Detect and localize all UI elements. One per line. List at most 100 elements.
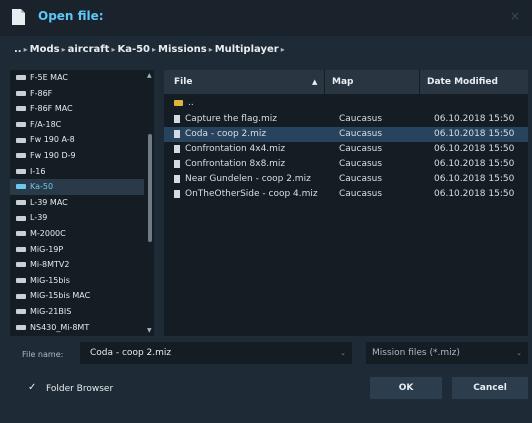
table-row[interactable]: Capture the flag.miz Caucasus 06.10.2018…	[164, 112, 528, 127]
ok-button[interactable]: OK	[370, 377, 442, 399]
folder-item[interactable]: L-39	[10, 210, 144, 226]
folder-item-icon	[16, 324, 26, 330]
folder-item[interactable]: Mi-8MTV2	[10, 257, 144, 273]
breadcrumb-separator: ▸	[23, 44, 28, 54]
breadcrumb-root[interactable]: ..	[14, 44, 22, 55]
folder-item[interactable]: I-16	[10, 164, 144, 180]
cell-date: 06.10.2018 15:50	[434, 114, 515, 124]
table-row[interactable]: Near Gundelen - coop 2.miz Caucasus 06.1…	[164, 172, 528, 187]
file-name-input[interactable]: Coda - coop 2.miz ⌄	[80, 342, 352, 364]
folder-item-icon	[16, 184, 26, 190]
folder-item[interactable]: F-5E MAC	[10, 70, 144, 86]
folder-item[interactable]: MiG-15bis	[10, 273, 144, 289]
folder-item[interactable]: MiG-21BIS	[10, 304, 144, 320]
chevron-down-icon[interactable]: ⌄	[516, 342, 522, 364]
cell-date: 06.10.2018 15:50	[434, 144, 515, 154]
folder-item[interactable]: L-39 MAC	[10, 195, 144, 211]
cell-map: Caucasus	[339, 189, 383, 199]
folder-item-label: MiG-19P	[30, 244, 64, 254]
folder-item-label: NS430_Mi-8MT	[30, 322, 90, 332]
folder-item-icon	[16, 168, 26, 174]
folder-list: F-5E MAC F-86F F-86F MAC F/A-18C Fw 190 …	[10, 70, 144, 335]
table-row[interactable]: Confrontation 4x4.miz Caucasus 06.10.201…	[164, 142, 528, 157]
folder-item[interactable]: M-2000C	[10, 226, 144, 242]
cancel-button[interactable]: Cancel	[452, 377, 528, 399]
column-header-map[interactable]: Map	[332, 70, 412, 94]
folder-item-label: M-2000C	[30, 228, 66, 238]
cell-date: 06.10.2018 15:50	[434, 129, 515, 139]
folder-icon	[174, 100, 183, 107]
table-row-selected[interactable]: Coda - coop 2.miz Caucasus 06.10.2018 15…	[164, 127, 528, 142]
folder-item-label: L-39	[30, 213, 48, 223]
file-type-select[interactable]: Mission files (*.miz) ⌄	[366, 342, 528, 364]
folder-item-icon	[16, 215, 26, 221]
scrollbar-thumb[interactable]	[148, 134, 152, 242]
folder-item-icon	[16, 262, 26, 268]
breadcrumb: .. ▸ Mods ▸ aircraft ▸ Ka-50 ▸ Missions …	[14, 42, 285, 56]
close-icon[interactable]: ×	[510, 9, 520, 23]
folder-item-label: Ka-50	[30, 182, 54, 192]
folder-browser-checkbox[interactable]: ✓	[28, 383, 38, 393]
breadcrumb-missions[interactable]: Missions	[158, 44, 207, 55]
chevron-down-icon[interactable]: ⌄	[340, 342, 346, 364]
folder-list-panel: F-5E MAC F-86F F-86F MAC F/A-18C Fw 190 …	[10, 70, 154, 336]
cell-map: Caucasus	[339, 144, 383, 154]
scroll-down-icon[interactable]: ▼	[147, 327, 152, 334]
folder-item[interactable]: NS430_Mi-8MT	[10, 320, 144, 336]
table-row[interactable]: Confrontation 8x8.miz Caucasus 06.10.201…	[164, 157, 528, 172]
breadcrumb-multiplayer[interactable]: Multiplayer	[215, 44, 279, 55]
folder-list-scrollbar[interactable]: ▲ ▼	[146, 70, 154, 336]
column-divider	[419, 70, 420, 94]
cell-file: ..	[174, 96, 194, 111]
folder-item-icon	[16, 122, 26, 128]
cell-file: Confrontation 8x8.miz	[174, 157, 285, 172]
cell-file: Coda - coop 2.miz	[174, 127, 266, 142]
folder-item[interactable]: Fw 190 A-8	[10, 132, 144, 148]
file-type-value: Mission files (*.miz)	[372, 348, 460, 358]
folder-item-label: MiG-15bis	[30, 275, 70, 285]
folder-item[interactable]: MiG-15bis MAC	[10, 288, 144, 304]
file-icon	[174, 130, 180, 139]
file-icon	[174, 175, 180, 184]
table-row-parent[interactable]: ..	[164, 96, 528, 111]
file-name: Confrontation 4x4.miz	[185, 144, 286, 154]
title-bar: Open file: ×	[0, 0, 532, 36]
breadcrumb-separator: ▸	[208, 44, 213, 54]
folder-item-label: L-39 MAC	[30, 197, 68, 207]
file-name-label: File name:	[22, 350, 64, 359]
cell-date: 06.10.2018 15:50	[434, 189, 515, 199]
file-name: OnTheOtherSide - coop 4.miz	[185, 189, 318, 199]
breadcrumb-ka50[interactable]: Ka-50	[117, 44, 150, 55]
breadcrumb-separator: ▸	[280, 44, 285, 54]
folder-item-selected[interactable]: Ka-50	[10, 179, 144, 195]
sort-ascending-icon: ▲	[312, 78, 318, 86]
folder-browser-label[interactable]: Folder Browser	[46, 384, 113, 394]
folder-item-label: F-86F MAC	[30, 104, 73, 114]
breadcrumb-aircraft[interactable]: aircraft	[68, 44, 110, 55]
folder-item-icon	[16, 75, 26, 81]
folder-item-icon	[16, 309, 26, 315]
file-icon	[174, 145, 180, 154]
folder-item[interactable]: F-86F MAC	[10, 101, 144, 117]
cell-file: Near Gundelen - coop 2.miz	[174, 172, 311, 187]
file-icon	[174, 160, 180, 169]
scroll-up-icon[interactable]: ▲	[147, 72, 152, 79]
cell-map: Caucasus	[339, 159, 383, 169]
table-header: File ▲ Map Date Modified	[164, 70, 528, 94]
column-header-date[interactable]: Date Modified	[427, 70, 527, 94]
folder-item-label: F/A-18C	[30, 119, 62, 129]
folder-item[interactable]: Fw 190 D-9	[10, 148, 144, 164]
table-row[interactable]: OnTheOtherSide - coop 4.miz Caucasus 06.…	[164, 187, 528, 202]
folder-item[interactable]: F-86F	[10, 86, 144, 102]
column-header-file[interactable]: File	[174, 70, 324, 94]
cell-file: Capture the flag.miz	[174, 112, 277, 127]
folder-item[interactable]: F/A-18C	[10, 117, 144, 133]
file-name: Capture the flag.miz	[185, 114, 278, 124]
cell-date: 06.10.2018 15:50	[434, 174, 515, 184]
breadcrumb-mods[interactable]: Mods	[30, 44, 60, 55]
folder-item[interactable]: MiG-19P	[10, 242, 144, 258]
folder-item-label: I-16	[30, 166, 46, 176]
folder-item-label: F-5E MAC	[30, 73, 68, 82]
cell-date: 06.10.2018 15:50	[434, 159, 515, 169]
folder-item-label: Fw 190 D-9	[30, 150, 76, 160]
